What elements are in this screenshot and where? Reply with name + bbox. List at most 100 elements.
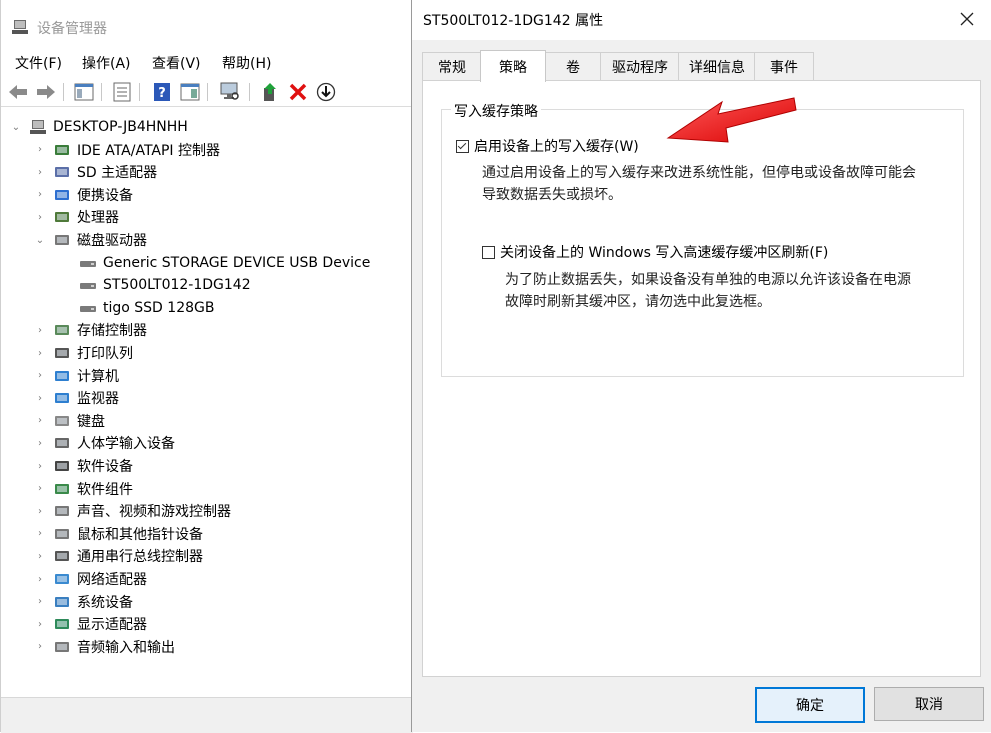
collapsed-chevron-icon[interactable]: › xyxy=(33,551,47,562)
collapsed-chevron-icon[interactable]: › xyxy=(33,619,47,630)
expanded-chevron-icon[interactable]: ⌄ xyxy=(9,122,23,133)
tree-category-node[interactable]: › 音频输入和输出 xyxy=(33,636,175,658)
tab-events[interactable]: 事件 xyxy=(754,52,814,81)
tree-category-node[interactable]: › 通用串行总线控制器 xyxy=(33,545,203,567)
tree-category-node[interactable]: › 计算机 xyxy=(33,365,119,387)
collapsed-chevron-icon[interactable]: › xyxy=(33,325,47,336)
collapsed-chevron-icon[interactable]: › xyxy=(33,212,47,223)
tree-category-label: 键盘 xyxy=(77,413,105,430)
device-manager-title-bar: 设备管理器 xyxy=(1,0,413,46)
download-icon[interactable] xyxy=(315,81,337,103)
checkbox-box[interactable] xyxy=(456,139,469,153)
audio-io-icon xyxy=(55,641,69,652)
dialog-title: ST500LT012-1DG142 属性 xyxy=(423,13,604,29)
close-icon[interactable] xyxy=(956,8,978,30)
uninstall-icon[interactable] xyxy=(287,81,309,103)
tree-category-label: 计算机 xyxy=(77,368,119,385)
collapsed-chevron-icon[interactable]: › xyxy=(33,596,47,607)
collapsed-chevron-icon[interactable]: › xyxy=(33,461,47,472)
tree-category-node[interactable]: › 便携设备 xyxy=(33,184,133,206)
tab-general[interactable]: 常规 xyxy=(422,52,482,81)
device-manager-window: 设备管理器 文件(F) 操作(A) 查看(V) 帮助(H) ? ⌄ DESKTO… xyxy=(0,0,413,733)
collapsed-chevron-icon[interactable]: › xyxy=(33,167,47,178)
tree-root-node[interactable]: ⌄ DESKTOP-JB4HNHH xyxy=(9,116,188,138)
tree-category-node[interactable]: › 监视器 xyxy=(33,387,119,409)
ide-controller-icon xyxy=(55,144,69,155)
tree-device-node[interactable]: Generic STORAGE DEVICE USB Device xyxy=(79,252,370,274)
tree-category-node[interactable]: › 显示适配器 xyxy=(33,613,147,635)
tab-label: 事件 xyxy=(770,60,798,76)
tree-category-label: 显示适配器 xyxy=(77,617,147,634)
collapsed-chevron-icon[interactable]: › xyxy=(33,370,47,381)
update-driver-icon[interactable] xyxy=(259,81,281,103)
device-tree: ⌄ DESKTOP-JB4HNHH › IDE ATA/ATAPI 控制器 › SD 主适… xyxy=(1,112,413,697)
tree-category-node[interactable]: › 键盘 xyxy=(33,410,105,432)
collapsed-chevron-icon[interactable]: › xyxy=(33,506,47,517)
disk-drive-icon xyxy=(80,260,96,267)
forward-arrow-icon[interactable] xyxy=(35,81,57,103)
view-icon[interactable] xyxy=(179,81,201,103)
tree-category-node[interactable]: › 声音、视频和游戏控制器 xyxy=(33,500,231,522)
enable-write-cache-checkbox[interactable]: 启用设备上的写入缓存(W) xyxy=(456,136,639,156)
ok-button[interactable]: 确定 xyxy=(755,687,865,723)
tree-category-label: 声音、视频和游戏控制器 xyxy=(77,504,231,521)
help-icon[interactable]: ? xyxy=(151,81,173,103)
sd-adapter-icon xyxy=(55,167,69,178)
menu-help[interactable]: 帮助(H) xyxy=(222,53,271,73)
tree-device-label: ST500LT012-1DG142 xyxy=(103,277,251,294)
tab-volumes[interactable]: 卷 xyxy=(544,52,602,81)
storage-controller-icon xyxy=(55,325,69,336)
tree-category-node[interactable]: › 存储控制器 xyxy=(33,319,147,341)
properties-icon[interactable] xyxy=(111,81,133,103)
tree-device-node[interactable]: ST500LT012-1DG142 xyxy=(79,274,251,296)
tab-driver[interactable]: 驱动程序 xyxy=(600,52,680,81)
collapsed-chevron-icon[interactable]: › xyxy=(33,189,47,200)
tab-label: 策略 xyxy=(499,59,527,76)
tab-policies[interactable]: 策略 xyxy=(480,50,546,82)
checkbox-box[interactable] xyxy=(482,245,495,259)
collapsed-chevron-icon[interactable]: › xyxy=(33,144,47,155)
tree-category-node[interactable]: ⌄ 磁盘驱动器 xyxy=(33,229,147,251)
collapsed-chevron-icon[interactable]: › xyxy=(33,528,47,539)
tree-device-node[interactable]: tigo SSD 128GB xyxy=(79,297,214,319)
collapsed-chevron-icon[interactable]: › xyxy=(33,641,47,652)
turn-off-buffer-flush-checkbox[interactable]: 关闭设备上的 Windows 写入高速缓存缓冲区刷新(F) xyxy=(482,242,828,262)
tree-category-node[interactable]: › SD 主适配器 xyxy=(33,161,157,183)
tree-category-node[interactable]: › 软件组件 xyxy=(33,478,133,500)
collapsed-chevron-icon[interactable]: › xyxy=(33,348,47,359)
disk-drive-icon xyxy=(55,235,69,245)
back-arrow-icon[interactable] xyxy=(7,81,29,103)
expanded-chevron-icon[interactable]: ⌄ xyxy=(33,235,47,246)
tree-category-label: 音频输入和输出 xyxy=(77,639,175,656)
scan-hardware-icon[interactable] xyxy=(219,81,241,103)
tree-category-label: 通用串行总线控制器 xyxy=(77,549,203,566)
tree-category-label: 人体学输入设备 xyxy=(77,436,175,453)
collapsed-chevron-icon[interactable]: › xyxy=(33,393,47,404)
tree-category-label: 磁盘驱动器 xyxy=(77,233,147,249)
menu-view[interactable]: 查看(V) xyxy=(152,53,201,73)
tab-label: 卷 xyxy=(566,60,580,76)
sound-icon xyxy=(55,506,69,517)
tree-category-label: 鼠标和其他指针设备 xyxy=(77,526,203,543)
collapsed-chevron-icon[interactable]: › xyxy=(33,483,47,494)
show-hide-tree-icon[interactable] xyxy=(73,81,95,103)
tab-details[interactable]: 详细信息 xyxy=(678,52,756,81)
menu-bar: 文件(F) 操作(A) 查看(V) 帮助(H) xyxy=(1,50,413,74)
tab-label: 常规 xyxy=(438,60,466,76)
portable-device-icon xyxy=(55,189,69,200)
menu-action[interactable]: 操作(A) xyxy=(82,53,131,73)
tree-category-node[interactable]: › 鼠标和其他指针设备 xyxy=(33,523,203,545)
tree-category-node[interactable]: › 处理器 xyxy=(33,206,119,228)
tree-category-node[interactable]: › 系统设备 xyxy=(33,591,133,613)
collapsed-chevron-icon[interactable]: › xyxy=(33,415,47,426)
tab-label: 驱动程序 xyxy=(612,60,668,76)
tree-category-node[interactable]: › 网络适配器 xyxy=(33,568,147,590)
cancel-button[interactable]: 取消 xyxy=(874,687,984,721)
tree-category-node[interactable]: › 软件设备 xyxy=(33,455,133,477)
collapsed-chevron-icon[interactable]: › xyxy=(33,438,47,449)
tree-category-node[interactable]: › 人体学输入设备 xyxy=(33,432,175,454)
tree-category-node[interactable]: › 打印队列 xyxy=(33,342,133,364)
tree-category-node[interactable]: › IDE ATA/ATAPI 控制器 xyxy=(33,139,220,161)
collapsed-chevron-icon[interactable]: › xyxy=(33,574,47,585)
menu-file[interactable]: 文件(F) xyxy=(15,53,62,73)
